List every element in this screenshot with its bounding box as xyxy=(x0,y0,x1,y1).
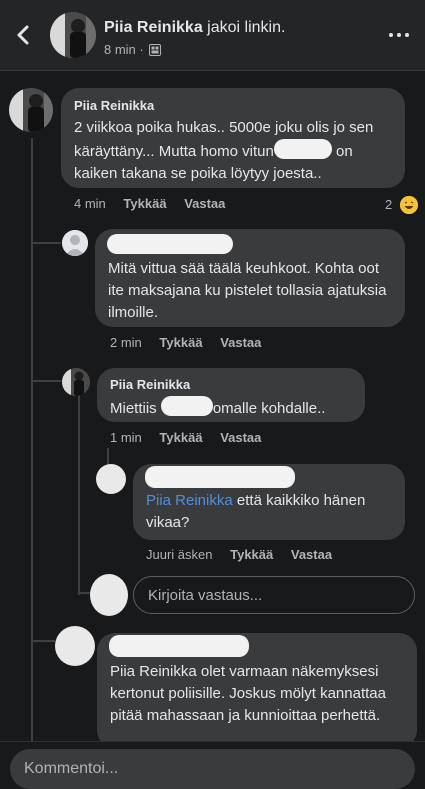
post-meta: 8 min · xyxy=(104,42,162,59)
censor-blob xyxy=(160,396,213,416)
like-button[interactable]: Tykkää xyxy=(159,335,202,350)
reply-input-box[interactable] xyxy=(133,576,415,614)
commenter-name[interactable]: Piia Reinikka xyxy=(110,377,190,392)
commenter-avatar[interactable] xyxy=(96,464,126,494)
comment-bubble: Mitä vittua sää täälä keuhkoot. Kohta oo… xyxy=(95,229,405,327)
action-text: jakoi linkin. xyxy=(207,19,286,36)
haha-reaction-icon xyxy=(399,196,418,214)
comment-actions: 1 min Tykkää Vastaa xyxy=(110,430,275,445)
comment-text-part: Miettiis xyxy=(110,400,157,417)
mention-link[interactable]: Piia Reinikka xyxy=(146,492,233,509)
post-time[interactable]: 8 min xyxy=(104,42,136,57)
commenter-name[interactable]: Piia Reinikka xyxy=(74,98,154,113)
commenter-avatar[interactable] xyxy=(55,626,95,666)
more-options-icon[interactable] xyxy=(389,25,413,45)
comment-time[interactable]: Juuri äsken xyxy=(146,547,212,562)
thread-line xyxy=(31,138,33,741)
privacy-icon xyxy=(149,44,162,59)
commenter-avatar[interactable] xyxy=(62,368,90,396)
comment-actions: Juuri äsken Tykkää Vastaa xyxy=(146,547,346,562)
thread-branch xyxy=(31,380,61,382)
censored-name xyxy=(145,466,295,488)
comment-text: 2 viikkoa poika hukas.. 5000e joku olis … xyxy=(74,117,396,185)
comment-input-box[interactable] xyxy=(10,749,415,789)
comment-time[interactable]: 2 min xyxy=(110,335,142,350)
comment-actions: 2 min Tykkää Vastaa xyxy=(110,335,275,350)
comment-text: Piia Reinikka että kaikkiko hänen vikaa? xyxy=(146,490,396,534)
reply-button[interactable]: Vastaa xyxy=(220,335,261,350)
reply-input[interactable] xyxy=(134,577,414,613)
reaction-summary[interactable]: 2 xyxy=(385,196,418,214)
author-line: Piia Reinikka jakoi linkin. xyxy=(104,19,285,37)
reply-button[interactable]: Vastaa xyxy=(184,196,225,211)
censored-name xyxy=(109,635,249,657)
post-header: Piia Reinikka jakoi linkin. 8 min · xyxy=(0,0,425,71)
commenter-avatar[interactable] xyxy=(9,88,53,132)
reaction-count: 2 xyxy=(385,197,393,212)
like-button[interactable]: Tykkää xyxy=(230,547,273,562)
back-arrow-icon[interactable] xyxy=(12,20,38,50)
comment-actions: 4 min Tykkää Vastaa xyxy=(74,196,239,211)
author-name[interactable]: Piia Reinikka xyxy=(104,19,203,36)
like-button[interactable]: Tykkää xyxy=(159,430,202,445)
author-avatar[interactable] xyxy=(50,12,96,58)
comment-time[interactable]: 4 min xyxy=(74,196,106,211)
censor-blob xyxy=(273,139,332,159)
thread-branch xyxy=(31,640,55,642)
like-button[interactable]: Tykkää xyxy=(123,196,166,211)
thread-line xyxy=(78,395,80,595)
reply-button[interactable]: Vastaa xyxy=(291,547,332,562)
comment-input[interactable] xyxy=(10,749,415,789)
reply-button[interactable]: Vastaa xyxy=(220,430,261,445)
commenter-avatar[interactable] xyxy=(62,230,88,256)
comment-time[interactable]: 1 min xyxy=(110,430,142,445)
censored-name xyxy=(107,234,233,254)
comment-text: Piia Reinikka olet varmaan näkemyksesi k… xyxy=(110,663,386,724)
my-avatar xyxy=(90,574,128,616)
comment-bubble: Piia Reinikka Miettiis omalle kohdalle.. xyxy=(97,368,365,422)
comment-bubble: Piia Reinikka 2 viikkoa poika hukas.. 50… xyxy=(61,88,405,188)
comment-bubble: Piia Reinikka olet varmaan näkemyksesi k… xyxy=(97,633,417,748)
comment-text: Miettiis omalle kohdalle.. xyxy=(110,396,360,420)
comment-text-part: omalle kohdalle.. xyxy=(212,400,326,417)
meta-separator: · xyxy=(139,42,144,57)
thread-branch xyxy=(31,242,61,244)
comment-text: Mitä vittua sää täälä keuhkoot. Kohta oo… xyxy=(108,260,387,321)
comment-bubble: Piia Reinikka että kaikkiko hänen vikaa? xyxy=(133,464,405,540)
